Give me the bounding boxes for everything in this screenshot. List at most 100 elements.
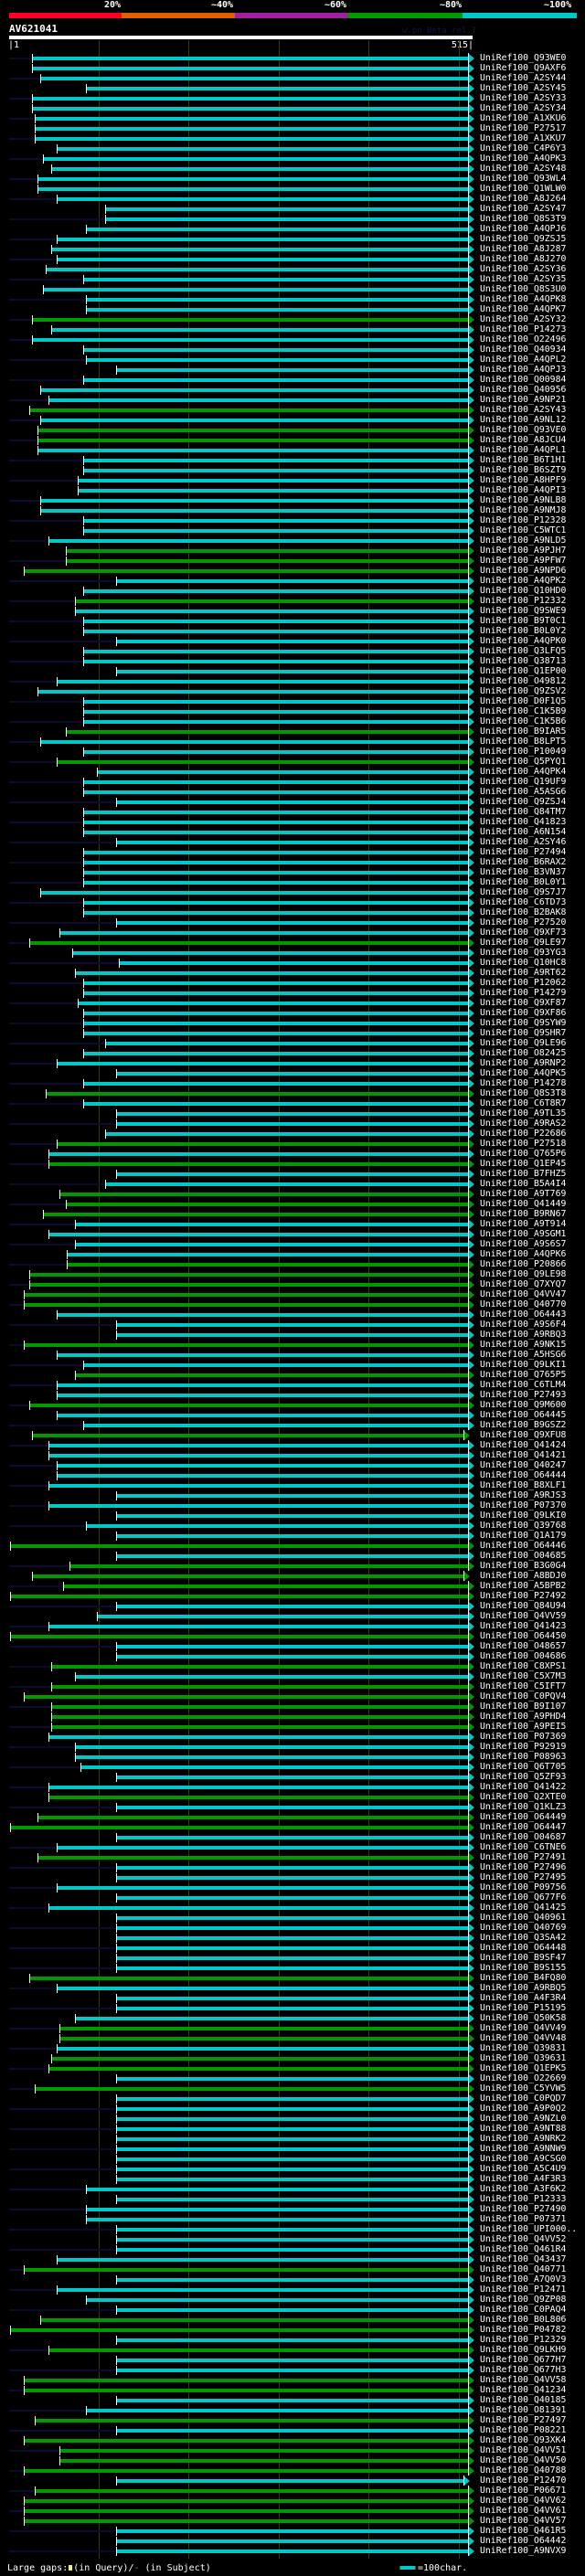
hit-row[interactable]: UniRef100_A2SY32 xyxy=(0,314,585,324)
hit-row[interactable]: UniRef100_C4P6Y3 xyxy=(0,143,585,154)
hit-label[interactable]: UniRef100_A9RT62 xyxy=(480,968,566,978)
hit-label[interactable]: UniRef100_A2SY46 xyxy=(480,837,566,847)
alignment-bar[interactable] xyxy=(83,710,468,714)
alignment-bar[interactable] xyxy=(23,2519,468,2523)
alignment-bar[interactable] xyxy=(116,1494,468,1498)
hit-label[interactable]: UniRef100_O64445 xyxy=(480,1410,566,1420)
hit-label[interactable]: UniRef100_Q50K58 xyxy=(480,2013,566,2023)
hit-label[interactable]: UniRef100_A9T914 xyxy=(480,1219,566,1229)
hit-row[interactable]: UniRef100_B0L0Y2 xyxy=(0,626,585,636)
hit-label[interactable]: UniRef100_A9RAS2 xyxy=(480,1118,566,1129)
hit-row[interactable]: UniRef100_A9NLD5 xyxy=(0,535,585,546)
alignment-bar[interactable] xyxy=(104,1042,468,1045)
hit-row[interactable]: UniRef100_B3VN37 xyxy=(0,867,585,877)
hit-row[interactable]: UniRef100_A5BPB2 xyxy=(0,1581,585,1591)
alignment-bar[interactable] xyxy=(116,1916,468,1920)
hit-row[interactable]: UniRef100_Q84U94 xyxy=(0,1601,585,1611)
hit-label[interactable]: UniRef100_A9P0Q2 xyxy=(480,2104,566,2114)
hit-label[interactable]: UniRef100_Q3SA42 xyxy=(480,1933,566,1943)
hit-label[interactable]: UniRef100_Q9SYW9 xyxy=(480,1018,566,1028)
alignment-bar[interactable] xyxy=(85,298,468,302)
hit-row[interactable]: UniRef100_A9NMJ8 xyxy=(0,505,585,515)
alignment-bar[interactable] xyxy=(75,1243,468,1246)
hit-label[interactable]: UniRef100_B8LPT5 xyxy=(480,737,566,747)
alignment-bar[interactable] xyxy=(116,1534,468,1538)
hit-row[interactable]: UniRef100_B9S155 xyxy=(0,1963,585,1973)
hit-label[interactable]: UniRef100_Q4VV61 xyxy=(480,2506,566,2516)
hit-label[interactable]: UniRef100_Q9ZSJ4 xyxy=(480,797,566,807)
hit-label[interactable]: UniRef100_A8J270 xyxy=(480,254,566,264)
hit-label[interactable]: UniRef100_A9NNW9 xyxy=(480,2144,566,2154)
alignment-bar[interactable] xyxy=(83,881,468,885)
hit-row[interactable]: UniRef100_B2BAK8 xyxy=(0,907,585,917)
alignment-bar[interactable] xyxy=(75,1675,468,1679)
alignment-bar[interactable] xyxy=(104,1132,468,1136)
hit-label[interactable]: UniRef100_Q4VV49 xyxy=(480,2023,566,2033)
hit-row[interactable]: UniRef100_A8JCU4 xyxy=(0,435,585,445)
alignment-bar[interactable] xyxy=(116,921,468,925)
hit-row[interactable]: UniRef100_A2SY36 xyxy=(0,264,585,274)
hit-row[interactable]: UniRef100_Q93WE0 xyxy=(0,53,585,63)
hit-label[interactable]: UniRef100_Q40247 xyxy=(480,1460,566,1470)
hit-label[interactable]: UniRef100_A4QPI3 xyxy=(480,485,566,495)
alignment-bar[interactable] xyxy=(116,640,468,643)
hit-row[interactable]: UniRef100_B6T1H1 xyxy=(0,455,585,465)
hit-row[interactable]: UniRef100_Q9ZSV2 xyxy=(0,686,585,696)
hit-label[interactable]: UniRef100_A2SY33 xyxy=(480,93,566,103)
alignment-bar[interactable] xyxy=(32,338,468,342)
hit-label[interactable]: UniRef100_C8XPS1 xyxy=(480,1661,566,1671)
alignment-bar[interactable] xyxy=(56,1394,468,1397)
hit-row[interactable]: UniRef100_O49812 xyxy=(0,676,585,686)
alignment-bar[interactable] xyxy=(116,1896,468,1900)
hit-row[interactable]: UniRef100_P27495 xyxy=(0,1872,585,1882)
alignment-bar[interactable] xyxy=(48,1444,468,1447)
hit-label[interactable]: UniRef100_UPI000.. xyxy=(480,2224,577,2234)
hit-row[interactable]: UniRef100_P12329 xyxy=(0,2335,585,2345)
hit-row[interactable]: UniRef100_Q9LKH9 xyxy=(0,2345,585,2355)
hit-label[interactable]: UniRef100_Q1EP45 xyxy=(480,1159,566,1169)
hit-label[interactable]: UniRef100_Q461R5 xyxy=(480,2526,566,2536)
hit-row[interactable]: UniRef100_A9NPD6 xyxy=(0,566,585,576)
alignment-bar[interactable] xyxy=(32,57,468,60)
hit-label[interactable]: UniRef100_Q93YG3 xyxy=(480,948,566,958)
hit-row[interactable]: UniRef100_Q00984 xyxy=(0,375,585,385)
hit-row[interactable]: UniRef100_A2SY35 xyxy=(0,274,585,284)
hit-row[interactable]: UniRef100_O64449 xyxy=(0,1812,585,1822)
alignment-bar[interactable] xyxy=(48,1796,468,1799)
hit-label[interactable]: UniRef100_A8BDJ0 xyxy=(480,1571,566,1581)
hit-row[interactable]: UniRef100_B3G0G4 xyxy=(0,1561,585,1571)
hit-row[interactable]: UniRef100_Q43437 xyxy=(0,2254,585,2264)
hit-label[interactable]: UniRef100_A9RBQ5 xyxy=(480,1983,566,1993)
hit-row[interactable]: UniRef100_B9SF47 xyxy=(0,1953,585,1963)
hit-label[interactable]: UniRef100_C0PQV4 xyxy=(480,1691,566,1701)
hit-label[interactable]: UniRef100_Q93WL4 xyxy=(480,174,566,184)
hit-label[interactable]: UniRef100_Q84TM7 xyxy=(480,807,566,817)
hit-label[interactable]: UniRef100_A4QPL2 xyxy=(480,355,566,365)
hit-label[interactable]: UniRef100_O64450 xyxy=(480,1631,566,1641)
hit-label[interactable]: UniRef100_A9PJH7 xyxy=(480,546,566,556)
hit-row[interactable]: UniRef100_Q9SHR7 xyxy=(0,1028,585,1038)
hit-label[interactable]: UniRef100_C6TLM4 xyxy=(480,1380,566,1390)
hit-row[interactable]: UniRef100_Q4VV58 xyxy=(0,2375,585,2385)
alignment-bar[interactable] xyxy=(116,2228,468,2231)
hit-row[interactable]: UniRef100_Q8S3U0 xyxy=(0,284,585,294)
hit-row[interactable]: UniRef100_A9NK15 xyxy=(0,1340,585,1350)
hit-label[interactable]: UniRef100_P07370 xyxy=(480,1500,566,1511)
alignment-bar[interactable] xyxy=(35,2419,468,2422)
hit-label[interactable]: UniRef100_Q41424 xyxy=(480,1440,566,1450)
hit-label[interactable]: UniRef100_B0L806 xyxy=(480,2315,566,2325)
alignment-bar[interactable] xyxy=(116,1122,468,1126)
hit-row[interactable]: UniRef100_P07371 xyxy=(0,2214,585,2224)
alignment-bar[interactable] xyxy=(83,650,468,653)
alignment-bar[interactable] xyxy=(72,951,468,955)
hit-label[interactable]: UniRef100_B3VN37 xyxy=(480,867,566,877)
alignment-bar[interactable] xyxy=(48,1233,468,1236)
alignment-bar[interactable] xyxy=(116,1172,468,1176)
hit-label[interactable]: UniRef100_P15195 xyxy=(480,2003,566,2013)
hit-row[interactable]: UniRef100_P27491 xyxy=(0,1852,585,1862)
alignment-bar[interactable] xyxy=(116,2549,468,2553)
hit-label[interactable]: UniRef100_Q9ZSV2 xyxy=(480,686,566,696)
hit-row[interactable]: UniRef100_Q4VV47 xyxy=(0,1289,585,1299)
hit-label[interactable]: UniRef100_Q84U94 xyxy=(480,1601,566,1611)
hit-label[interactable]: UniRef100_Q9LE98 xyxy=(480,1269,566,1279)
